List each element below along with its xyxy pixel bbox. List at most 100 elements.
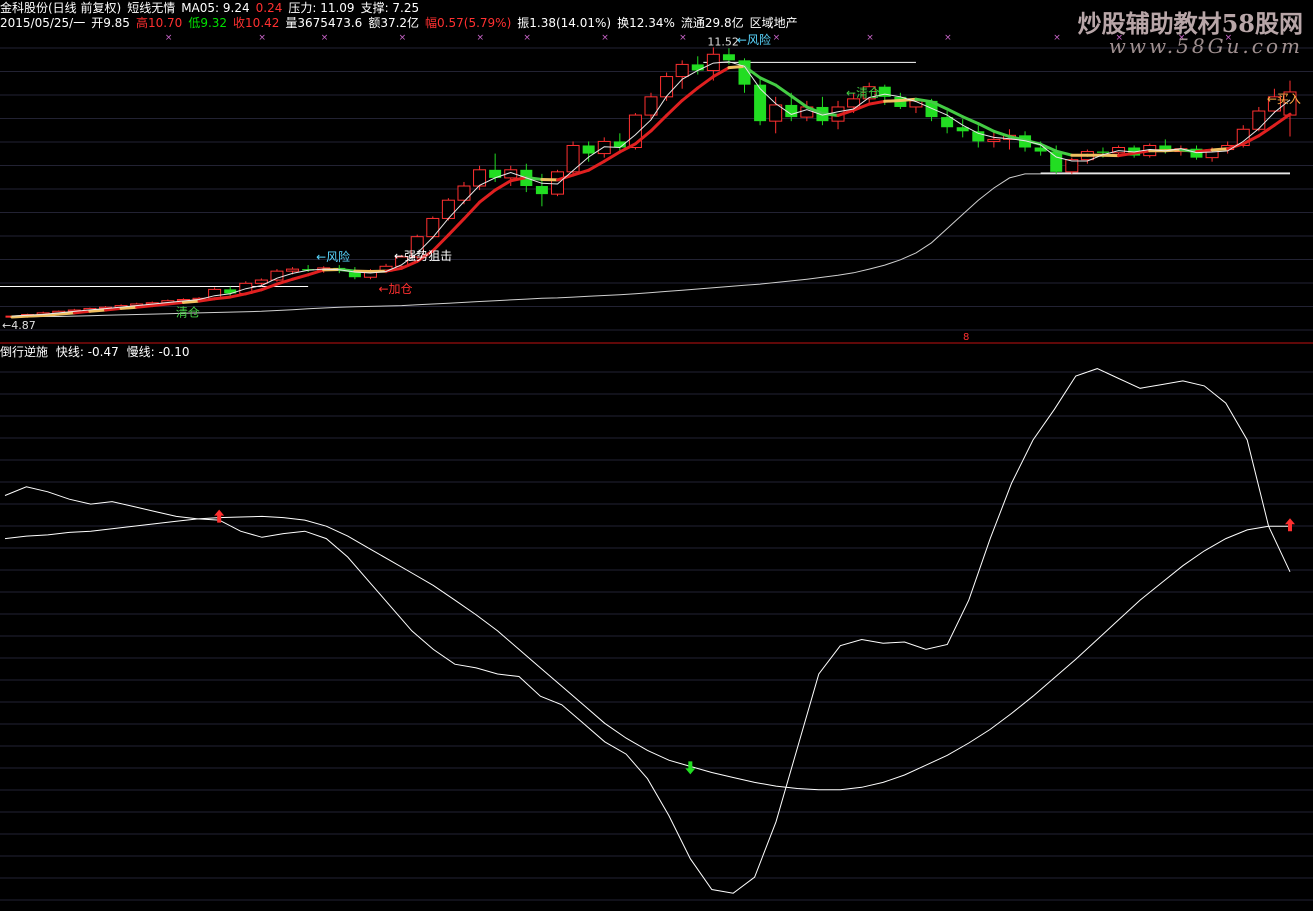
indicator-header: 倒行逆施 快线: -0.47 慢线: -0.10 [0, 345, 190, 359]
candle-body [1050, 151, 1063, 172]
watermark-url: www.58Gu.com [1108, 34, 1303, 58]
cross-up-arrow [1285, 518, 1295, 532]
signal-label: ←加仓 [378, 282, 412, 296]
candle-body [566, 144, 580, 173]
candle-body [754, 84, 767, 122]
indicator-slow-value: 慢线: -0.10 [126, 345, 190, 359]
ma5-trend-segment [228, 292, 248, 299]
top-marker: × [321, 33, 329, 43]
slow-line [4, 515, 1290, 791]
header-line1-item: 压力: 11.09 [288, 1, 355, 15]
chart-stage: ←4.87 11.52 清仓 ←风险 ←加仓 ←强势狙击 ←风险 ←清仓 ←买入 × × × × × × × ×… [0, 0, 1313, 911]
header-line1-item: 0.24 [255, 1, 283, 15]
top-marker: × [944, 33, 952, 43]
candle-body [254, 279, 268, 284]
fast-line [4, 368, 1291, 894]
top-marker: × [477, 33, 485, 43]
ma5-trend-segment [758, 76, 778, 87]
ma5-trend-segment [213, 295, 232, 301]
candle-body [691, 64, 704, 71]
top-marker: × [773, 33, 781, 43]
header-line2-item: 流通29.8亿 [680, 16, 744, 30]
ma5-trend-segment [976, 122, 996, 133]
signal-label: ←风险 [737, 32, 771, 47]
top-marker: × [399, 33, 407, 43]
signal-label: ←买入 [1267, 92, 1301, 106]
candle-body [941, 117, 954, 128]
header-line2-item: 开9.85 [91, 16, 130, 30]
ma5-trend-segment [1194, 148, 1214, 154]
header-line2-item: 换12.34% [617, 16, 675, 30]
top-marker: × [258, 33, 266, 43]
header-line-1: 金科股份(日线 前复权) 短线无情 MA05: 9.24 0.24 压力: 11.09 支… [0, 1, 425, 15]
candle-body [769, 104, 783, 122]
header-line2-item: 2015/05/25/一 [0, 16, 86, 30]
ma5-trend-segment [945, 107, 965, 119]
ma5-trend-segment [1272, 112, 1292, 127]
header-line1-item: 短线无情 [127, 1, 176, 15]
ma5-trend-segment [680, 86, 700, 102]
ma5-trend-segment [992, 129, 1011, 139]
header-line2-item: 高10.70 [135, 16, 183, 30]
candle-body [426, 217, 440, 238]
stock-chart-svg: ←4.87 11.52 清仓 ←风险 ←加仓 ←强势狙击 ←风险 ←清仓 ←买入 × × × × × × × ×… [0, 32, 1313, 901]
ma5-trend-segment [88, 308, 108, 313]
divider-marker: 8 [963, 332, 970, 343]
header-line2-item: 收10.42 [233, 16, 280, 30]
top-marker: × [165, 33, 173, 43]
header-line2-item: 额37.2亿 [368, 16, 420, 30]
header-line-2: 2015/05/25/一 开9.85 高10.70 低9.32 收10.42 量36754… [0, 16, 804, 30]
ma5-trend-segment [649, 113, 669, 133]
header-line1-item: 支撑: 7.25 [360, 1, 420, 15]
ma5-trend-segment [665, 98, 684, 117]
candle-body [441, 199, 455, 219]
indicator-fast-value: 快线: -0.47 [55, 345, 119, 359]
candle-body [457, 185, 471, 201]
header-line2-item: 幅0.57(5.79%) [425, 16, 512, 30]
ma5-trend-segment [1210, 147, 1230, 152]
header-line2-item: 区域地产 [749, 16, 798, 30]
ma5-trend-segment [119, 305, 139, 310]
header-line1-item: MA05: 9.24 [181, 1, 250, 15]
signal-label: 清仓 [176, 305, 200, 319]
high-price-label: 11.52 [707, 35, 739, 48]
low-price-label: ←4.87 [2, 319, 36, 332]
ma5-trend-segment [961, 115, 980, 126]
cross-up-arrow [214, 509, 225, 523]
top-marker: × [866, 33, 874, 43]
candle-body [286, 268, 300, 272]
candle-body [582, 145, 595, 154]
ma5-trend-segment [181, 299, 201, 304]
ma5-trend-segment [306, 268, 326, 277]
top-marker: × [601, 33, 609, 43]
header-line1-item: 金科股份(日线 前复权) [0, 1, 122, 15]
candle-body [535, 186, 548, 195]
ma5-trend-segment [867, 99, 887, 106]
top-marker: × [523, 33, 531, 43]
ma5-trend-segment [478, 188, 497, 204]
candle-body [987, 138, 1001, 142]
ma5-trend-segment [774, 83, 793, 98]
header-line2-item: 振1.38(14.01%) [517, 16, 612, 30]
top-marker: × [1053, 33, 1061, 43]
candle-body [1252, 110, 1266, 130]
signal-label: ←风险 [316, 249, 350, 264]
ma5-trend-segment [462, 200, 482, 221]
indicator-name: 倒行逆施 [0, 345, 49, 359]
candle-body [550, 171, 564, 195]
header-line2-item: 低9.32 [188, 16, 228, 30]
ma5-trend-segment [291, 273, 310, 281]
ma5-trend-segment [446, 217, 466, 237]
header-line2-item: 量3675473.6 [285, 16, 363, 30]
signal-label: ←强势狙击 [394, 249, 452, 263]
candle-body [660, 76, 674, 98]
candle-body [675, 63, 689, 78]
candle-body [1096, 151, 1109, 153]
candle-body [644, 96, 658, 116]
ma5-trend-segment [696, 75, 715, 90]
ma5-trend-segment [883, 98, 902, 103]
top-marker: × [679, 33, 687, 43]
candle-body [597, 140, 611, 155]
candle-body [722, 54, 735, 61]
signal-label: ←清仓 [846, 86, 880, 100]
